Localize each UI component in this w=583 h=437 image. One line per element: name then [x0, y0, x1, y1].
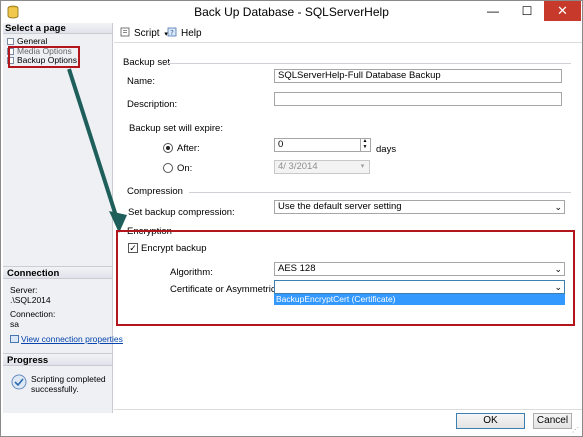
connection-label: Connection:	[10, 309, 56, 319]
select-page-header: Select a page	[3, 23, 112, 34]
progress-header: Progress	[3, 353, 112, 366]
view-connection-properties-row: View connection properties	[3, 334, 123, 344]
compression-select[interactable]: Use the default server setting ⌄	[274, 200, 565, 214]
progress-complete-icon	[11, 374, 27, 390]
minimize-button[interactable]: —	[476, 1, 510, 21]
server-label: Server:	[10, 285, 38, 295]
svg-text:?: ?	[170, 29, 174, 37]
page-general[interactable]: General	[7, 36, 47, 46]
help-button[interactable]: ? Help	[167, 27, 202, 40]
server-value: .\SQL2014	[10, 295, 51, 305]
backup-set-divider	[166, 63, 571, 64]
page-general-label: General	[17, 36, 48, 46]
expire-label: Backup set will expire:	[129, 123, 223, 134]
compression-select-value: Use the default server setting	[278, 201, 402, 212]
page-icon	[7, 38, 14, 45]
dialog-footer: OK Cancel ⋰	[114, 409, 582, 436]
title-bar[interactable]: Back Up Database - SQLServerHelp — ☐ ✕	[1, 1, 582, 23]
encryption-highlight	[116, 230, 575, 326]
description-input[interactable]	[274, 92, 562, 106]
ok-button[interactable]: OK	[456, 413, 525, 429]
toolbar: Script ▾ ? Help	[114, 23, 582, 43]
script-button[interactable]: Script ▾	[120, 27, 168, 40]
on-label: On:	[177, 163, 193, 174]
resize-grip[interactable]: ⋰	[572, 426, 580, 434]
days-label: days	[376, 144, 397, 155]
name-input[interactable]: SQLServerHelp-Full Database Backup	[274, 69, 562, 83]
connection-header: Connection	[3, 266, 112, 279]
view-connection-properties-link[interactable]: View connection properties	[21, 334, 123, 344]
script-icon	[120, 27, 130, 37]
description-label: Description:	[127, 99, 178, 110]
cancel-button[interactable]: Cancel	[533, 413, 572, 429]
calendar-dropdown-icon[interactable]: ▾	[357, 162, 368, 172]
help-icon: ?	[167, 27, 177, 37]
days-stepper[interactable]: ▲ ▼	[360, 138, 369, 152]
close-button[interactable]: ✕	[544, 1, 581, 21]
set-compression-label: Set backup compression:	[128, 207, 235, 218]
help-label: Help	[181, 28, 202, 39]
chevron-down-icon: ⌄	[554, 202, 562, 212]
main-content: Backup set Name: SQLServerHelp-Full Data…	[114, 44, 582, 409]
maximize-button[interactable]: ☐	[510, 1, 544, 21]
expire-after-radio[interactable]	[163, 143, 173, 153]
compression-section-label: Compression	[127, 186, 183, 197]
backup-set-section-label: Backup set	[123, 57, 170, 68]
expire-date-picker[interactable]: 4/ 3/2014	[274, 160, 370, 174]
backup-database-dialog: Back Up Database - SQLServerHelp — ☐ ✕ S…	[0, 0, 583, 437]
connection-panel: Connection Server: .\SQL2014 Connection:…	[3, 266, 123, 398]
compression-divider	[189, 192, 571, 193]
progress-text-line2: successfully.	[31, 384, 79, 394]
script-label: Script	[134, 28, 160, 39]
progress-text-line1: Scripting completed	[31, 374, 106, 384]
after-days-input[interactable]: 0	[274, 138, 371, 152]
expire-on-radio[interactable]	[163, 163, 173, 173]
after-label: After:	[177, 143, 200, 154]
properties-icon	[10, 335, 19, 343]
name-label: Name:	[127, 76, 155, 87]
connection-value: sa	[10, 319, 19, 329]
